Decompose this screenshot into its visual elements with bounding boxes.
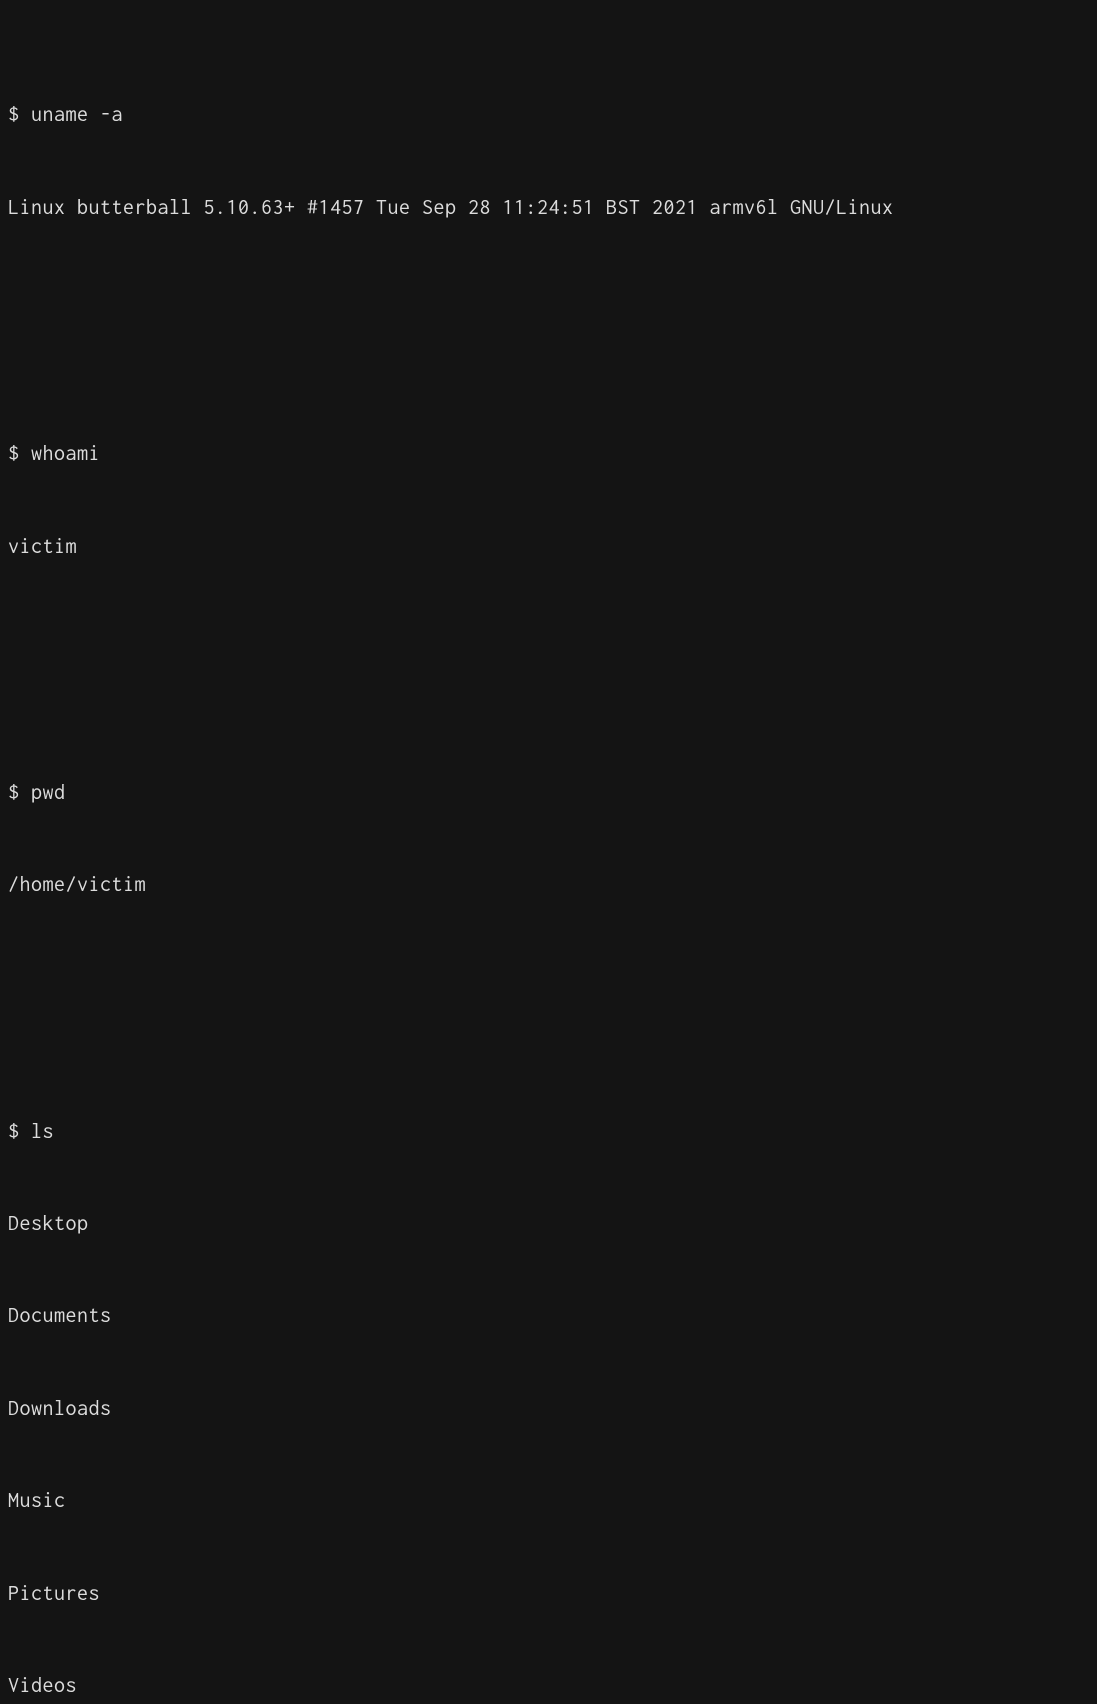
output-line: victim <box>8 532 1089 563</box>
output-text: Downloads <box>8 1397 112 1420</box>
prompt-symbol: $ <box>8 103 31 126</box>
output-line: Linux butterball 5.10.63+ #1457 Tue Sep … <box>8 193 1089 224</box>
prompt-symbol: $ <box>8 781 31 804</box>
output-text: Documents <box>8 1304 112 1327</box>
blank-line <box>8 285 1089 316</box>
output-line: Downloads <box>8 1394 1089 1425</box>
output-line: Pictures <box>8 1579 1089 1610</box>
blank-line <box>8 624 1089 655</box>
output-text: victim <box>8 535 77 558</box>
blank-line <box>8 963 1089 994</box>
command-text: pwd <box>31 781 66 804</box>
prompt-symbol: $ <box>8 1120 31 1143</box>
output-text: /home/victim <box>8 873 146 896</box>
command-line: $ pwd <box>8 778 1089 809</box>
output-line: Videos <box>8 1671 1089 1702</box>
output-line: Desktop <box>8 1209 1089 1240</box>
command-text: ls <box>31 1120 54 1143</box>
command-line: $ ls <box>8 1117 1089 1148</box>
output-text: Pictures <box>8 1582 100 1605</box>
output-text: Linux butterball 5.10.63+ #1457 Tue Sep … <box>8 196 894 219</box>
terminal-window[interactable]: $ uname -a Linux butterball 5.10.63+ #14… <box>8 8 1089 1704</box>
command-text: uname -a <box>31 103 123 126</box>
output-text: Videos <box>8 1674 77 1697</box>
output-line: Music <box>8 1486 1089 1517</box>
output-text: Music <box>8 1489 66 1512</box>
output-line: Documents <box>8 1301 1089 1332</box>
command-line: $ whoami <box>8 439 1089 470</box>
output-text: Desktop <box>8 1212 89 1235</box>
output-line: /home/victim <box>8 870 1089 901</box>
command-text: whoami <box>31 442 100 465</box>
prompt-symbol: $ <box>8 442 31 465</box>
command-line: $ uname -a <box>8 100 1089 131</box>
